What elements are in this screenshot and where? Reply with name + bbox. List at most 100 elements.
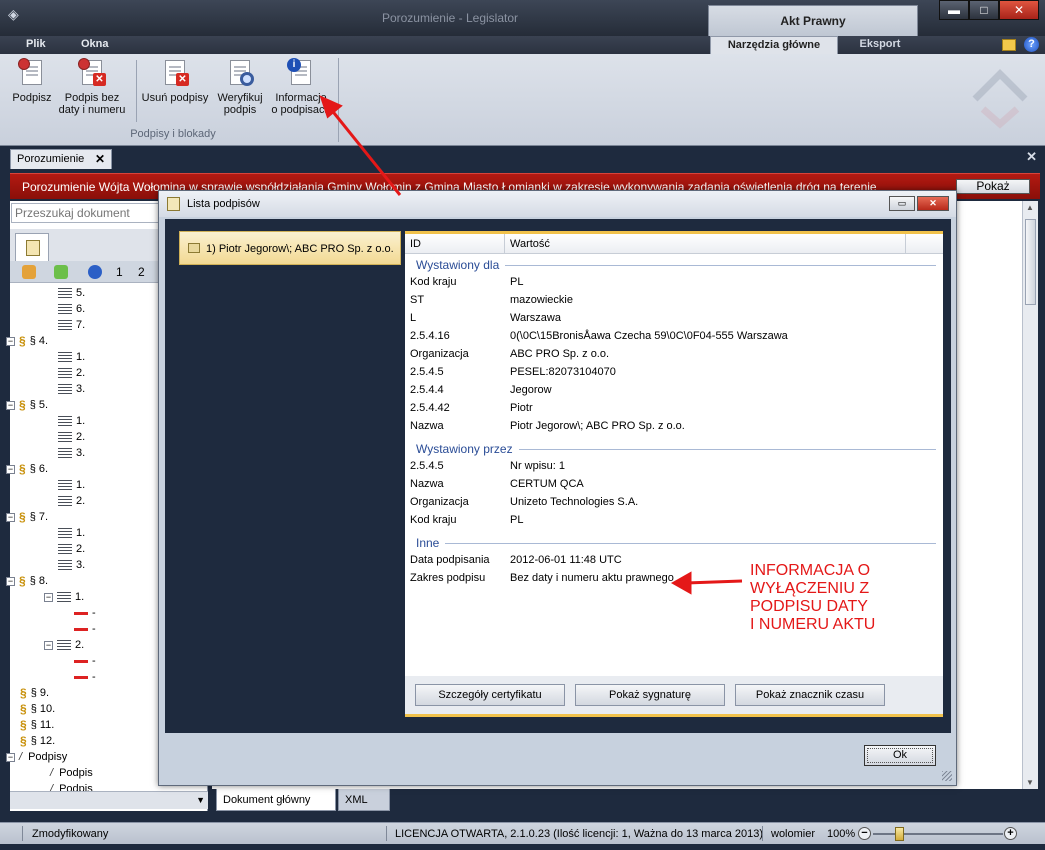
signature-list-item[interactable]: 1) Piotr Jegorow\; ABC PRO Sp. z o.o. (179, 231, 401, 265)
vertical-scrollbar[interactable]: ▲ ▼ (1022, 201, 1038, 789)
ok-button[interactable]: Ok (864, 745, 936, 766)
resize-grip[interactable] (942, 771, 952, 781)
menu-file[interactable]: Plik (26, 38, 46, 50)
scroll-up-icon[interactable]: ▲ (1026, 203, 1034, 212)
tree-node[interactable]: − § § 4. (6, 333, 48, 349)
help-icon[interactable]: ? (1024, 37, 1039, 52)
details-row[interactable]: Kod kraju PL (410, 276, 930, 292)
folder-icon[interactable] (1002, 39, 1016, 51)
tree-node[interactable]: − § § 6. (6, 461, 48, 477)
column-id[interactable]: ID (410, 238, 421, 250)
remove-signatures-button[interactable]: ✕ Usuń podpisy (140, 58, 210, 104)
collapse-toggle-icon[interactable]: − (44, 640, 53, 650)
details-row[interactable]: 2.5.4.5 PESEL:82073104070 (410, 366, 930, 382)
tree-node[interactable]: / Podpis (50, 765, 93, 781)
details-row[interactable]: Kod kraju PL (410, 514, 930, 530)
details-key: Nazwa (410, 420, 444, 432)
scroll-thumb[interactable] (1025, 219, 1036, 305)
tree-node[interactable]: § § 10. (20, 701, 55, 717)
tree-node[interactable]: 3. (58, 557, 85, 573)
zoom-in-icon[interactable]: + (1004, 827, 1017, 840)
sign-button[interactable]: Podpisz (10, 58, 54, 104)
collapse-toggle-icon[interactable]: − (44, 592, 53, 602)
tree-node[interactable]: 7. (58, 317, 85, 333)
details-row[interactable]: 2.5.4.16 0(\0C\15BronisÅawa Czecha 59\0C\… (410, 330, 930, 346)
maximize-button[interactable]: □ (969, 0, 999, 20)
show-signature-button[interactable]: Pokaż sygnaturę (575, 684, 725, 706)
collapse-toggle-icon[interactable]: − (6, 512, 15, 522)
details-row[interactable]: Organizacja ABC PRO Sp. z o.o. (410, 348, 930, 364)
tree-node[interactable]: - (74, 653, 96, 669)
collapse-toggle-icon[interactable]: − (6, 400, 15, 410)
tree-node[interactable]: − 1. (44, 589, 84, 605)
tab-main-document[interactable]: Dokument główny (216, 789, 336, 811)
ribbon-separator (136, 60, 137, 122)
details-row[interactable]: 2.5.4.5 Nr wpisu: 1 (410, 460, 930, 476)
details-row[interactable]: Organizacja Unizeto Technologies S.A. (410, 496, 930, 512)
sign-no-date-button[interactable]: ✕ Podpis bez daty i numeru (56, 58, 128, 116)
scroll-down-icon[interactable]: ▼ (1026, 778, 1034, 787)
show-timestamp-button[interactable]: Pokaż znacznik czasu (735, 684, 885, 706)
tree-node[interactable]: - (74, 669, 96, 685)
tree-node[interactable]: − § § 7. (6, 509, 48, 525)
tree-node[interactable]: 2. (58, 429, 85, 445)
details-row[interactable]: L Warszawa (410, 312, 930, 328)
tree-node[interactable]: 1. (58, 413, 85, 429)
tree-node[interactable]: 2. (58, 365, 85, 381)
tab-xml[interactable]: XML (338, 789, 390, 811)
signature-info-button[interactable]: i Informacje o podpisach (270, 58, 332, 116)
details-row[interactable]: ST mazowieckie (410, 294, 930, 310)
close-all-icon[interactable]: ✕ (1026, 149, 1037, 165)
column-value[interactable]: Wartość (510, 238, 550, 250)
tree-node[interactable]: - (74, 621, 96, 637)
details-row[interactable]: Nazwa CERTUM QCA (410, 478, 930, 494)
tree-node[interactable]: 1. (58, 525, 85, 541)
collapse-icon[interactable] (54, 265, 68, 279)
refresh-icon[interactable] (88, 265, 102, 279)
tab-home[interactable]: Narzędzia główne (710, 36, 838, 54)
tree-node[interactable]: § § 12. (20, 733, 55, 749)
tab-document[interactable]: Porozumienie ✕ (10, 149, 112, 169)
tree-node[interactable]: 5. (58, 285, 85, 301)
show-button[interactable]: Pokaż (956, 179, 1030, 194)
zoom-slider-thumb[interactable] (895, 827, 904, 841)
collapse-toggle-icon[interactable]: − (6, 336, 15, 346)
verify-signature-button[interactable]: Weryfikuj podpis (212, 58, 268, 116)
tree-node[interactable]: § § 11. (20, 717, 54, 733)
tree-node[interactable]: 3. (58, 381, 85, 397)
level-1-button[interactable]: 1 (116, 265, 123, 279)
paragraph-icon: § (19, 574, 26, 588)
tree-node[interactable]: 1. (58, 477, 85, 493)
zoom-slider-track[interactable] (873, 833, 1003, 835)
minimize-button[interactable]: ▬ (939, 0, 969, 20)
tree-node[interactable]: - (74, 605, 96, 621)
details-row[interactable]: Nazwa Piotr Jegorow\; ABC PRO Sp. z o.o. (410, 420, 930, 436)
level-2-button[interactable]: 2 (138, 265, 145, 279)
expand-icon[interactable] (22, 265, 36, 279)
tab-export[interactable]: Eksport (842, 36, 918, 54)
collapse-toggle-icon[interactable]: − (6, 752, 15, 762)
collapse-toggle-icon[interactable]: − (6, 576, 15, 586)
close-tab-icon[interactable]: ✕ (95, 152, 105, 166)
tree-node[interactable]: 2. (58, 493, 85, 509)
tree-node[interactable]: 1. (58, 349, 85, 365)
tree-node[interactable]: 6. (58, 301, 85, 317)
zoom-out-icon[interactable]: − (858, 827, 871, 840)
menu-windows[interactable]: Okna (81, 38, 109, 50)
tree-node[interactable]: 3. (58, 445, 85, 461)
details-row[interactable]: 2.5.4.4 Jegorow (410, 384, 930, 400)
close-button[interactable]: ✕ (999, 0, 1039, 20)
collapse-toggle-icon[interactable]: − (6, 464, 15, 474)
tree-node[interactable]: − § § 5. (6, 397, 48, 413)
tree-node[interactable]: 2. (58, 541, 85, 557)
details-row[interactable]: 2.5.4.42 Piotr (410, 402, 930, 418)
structure-tab-icon[interactable] (15, 233, 49, 261)
tree-node[interactable]: − / Podpisy (6, 749, 67, 765)
dialog-close-icon[interactable]: ✕ (917, 196, 949, 211)
tree-node[interactable]: − § § 8. (6, 573, 48, 589)
dropdown-icon[interactable]: ▼ (196, 795, 205, 805)
tree-node[interactable]: § § 9. (20, 685, 49, 701)
restore-icon[interactable]: ▭ (889, 196, 915, 211)
certificate-details-button[interactable]: Szczegóły certyfikatu (415, 684, 565, 706)
tree-node[interactable]: − 2. (44, 637, 84, 653)
